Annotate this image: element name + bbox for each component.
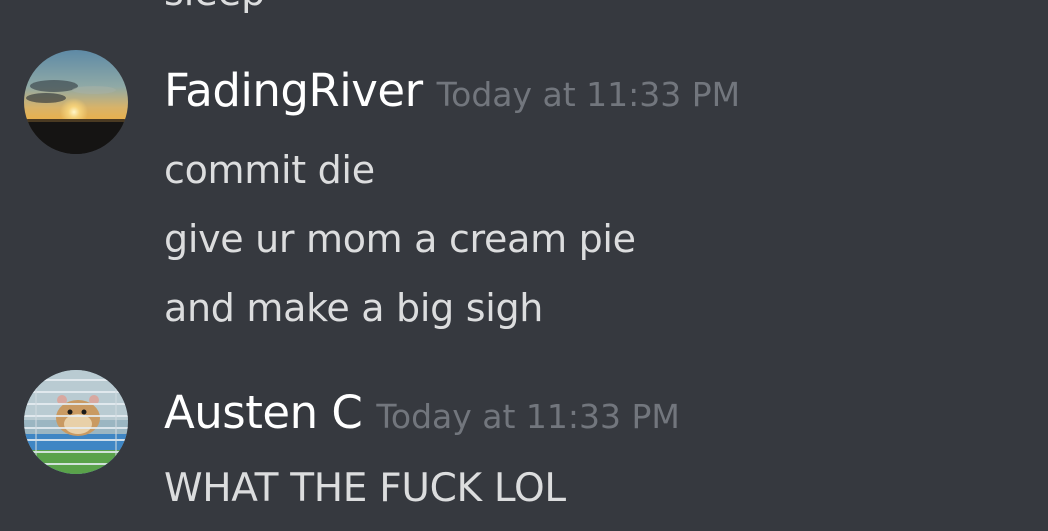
sunset-avatar-icon[interactable] [24,50,128,154]
username[interactable]: FadingRiver [164,64,423,117]
chat-messages: sleep [0,0,1048,531]
message-content: WHAT THE FUCK LOL [164,454,566,523]
timestamp: Today at 11:33 PM [436,75,741,114]
previous-message-text: sleep [164,0,265,12]
message-header: FadingRiver Today at 11:33 PM [164,64,740,122]
message-line: and make a big sigh [164,286,544,330]
timestamp: Today at 11:33 PM [376,397,680,436]
message-line: WHAT THE FUCK LOL [164,466,566,511]
message-group[interactable]: Austen C Today at 11:33 PM WHAT THE FUCK … [0,370,1048,531]
hamster-avatar-icon[interactable] [24,370,128,474]
message-header: Austen C Today at 11:33 PM [164,386,680,444]
message-line: commit die [164,148,375,192]
message-content: commit die give ur mom a cream pie and m… [164,136,636,343]
message-group[interactable]: FadingRiver Today at 11:33 PM commit die … [0,50,1048,340]
username[interactable]: Austen C [164,386,363,439]
message-line: give ur mom a cream pie [164,217,636,261]
